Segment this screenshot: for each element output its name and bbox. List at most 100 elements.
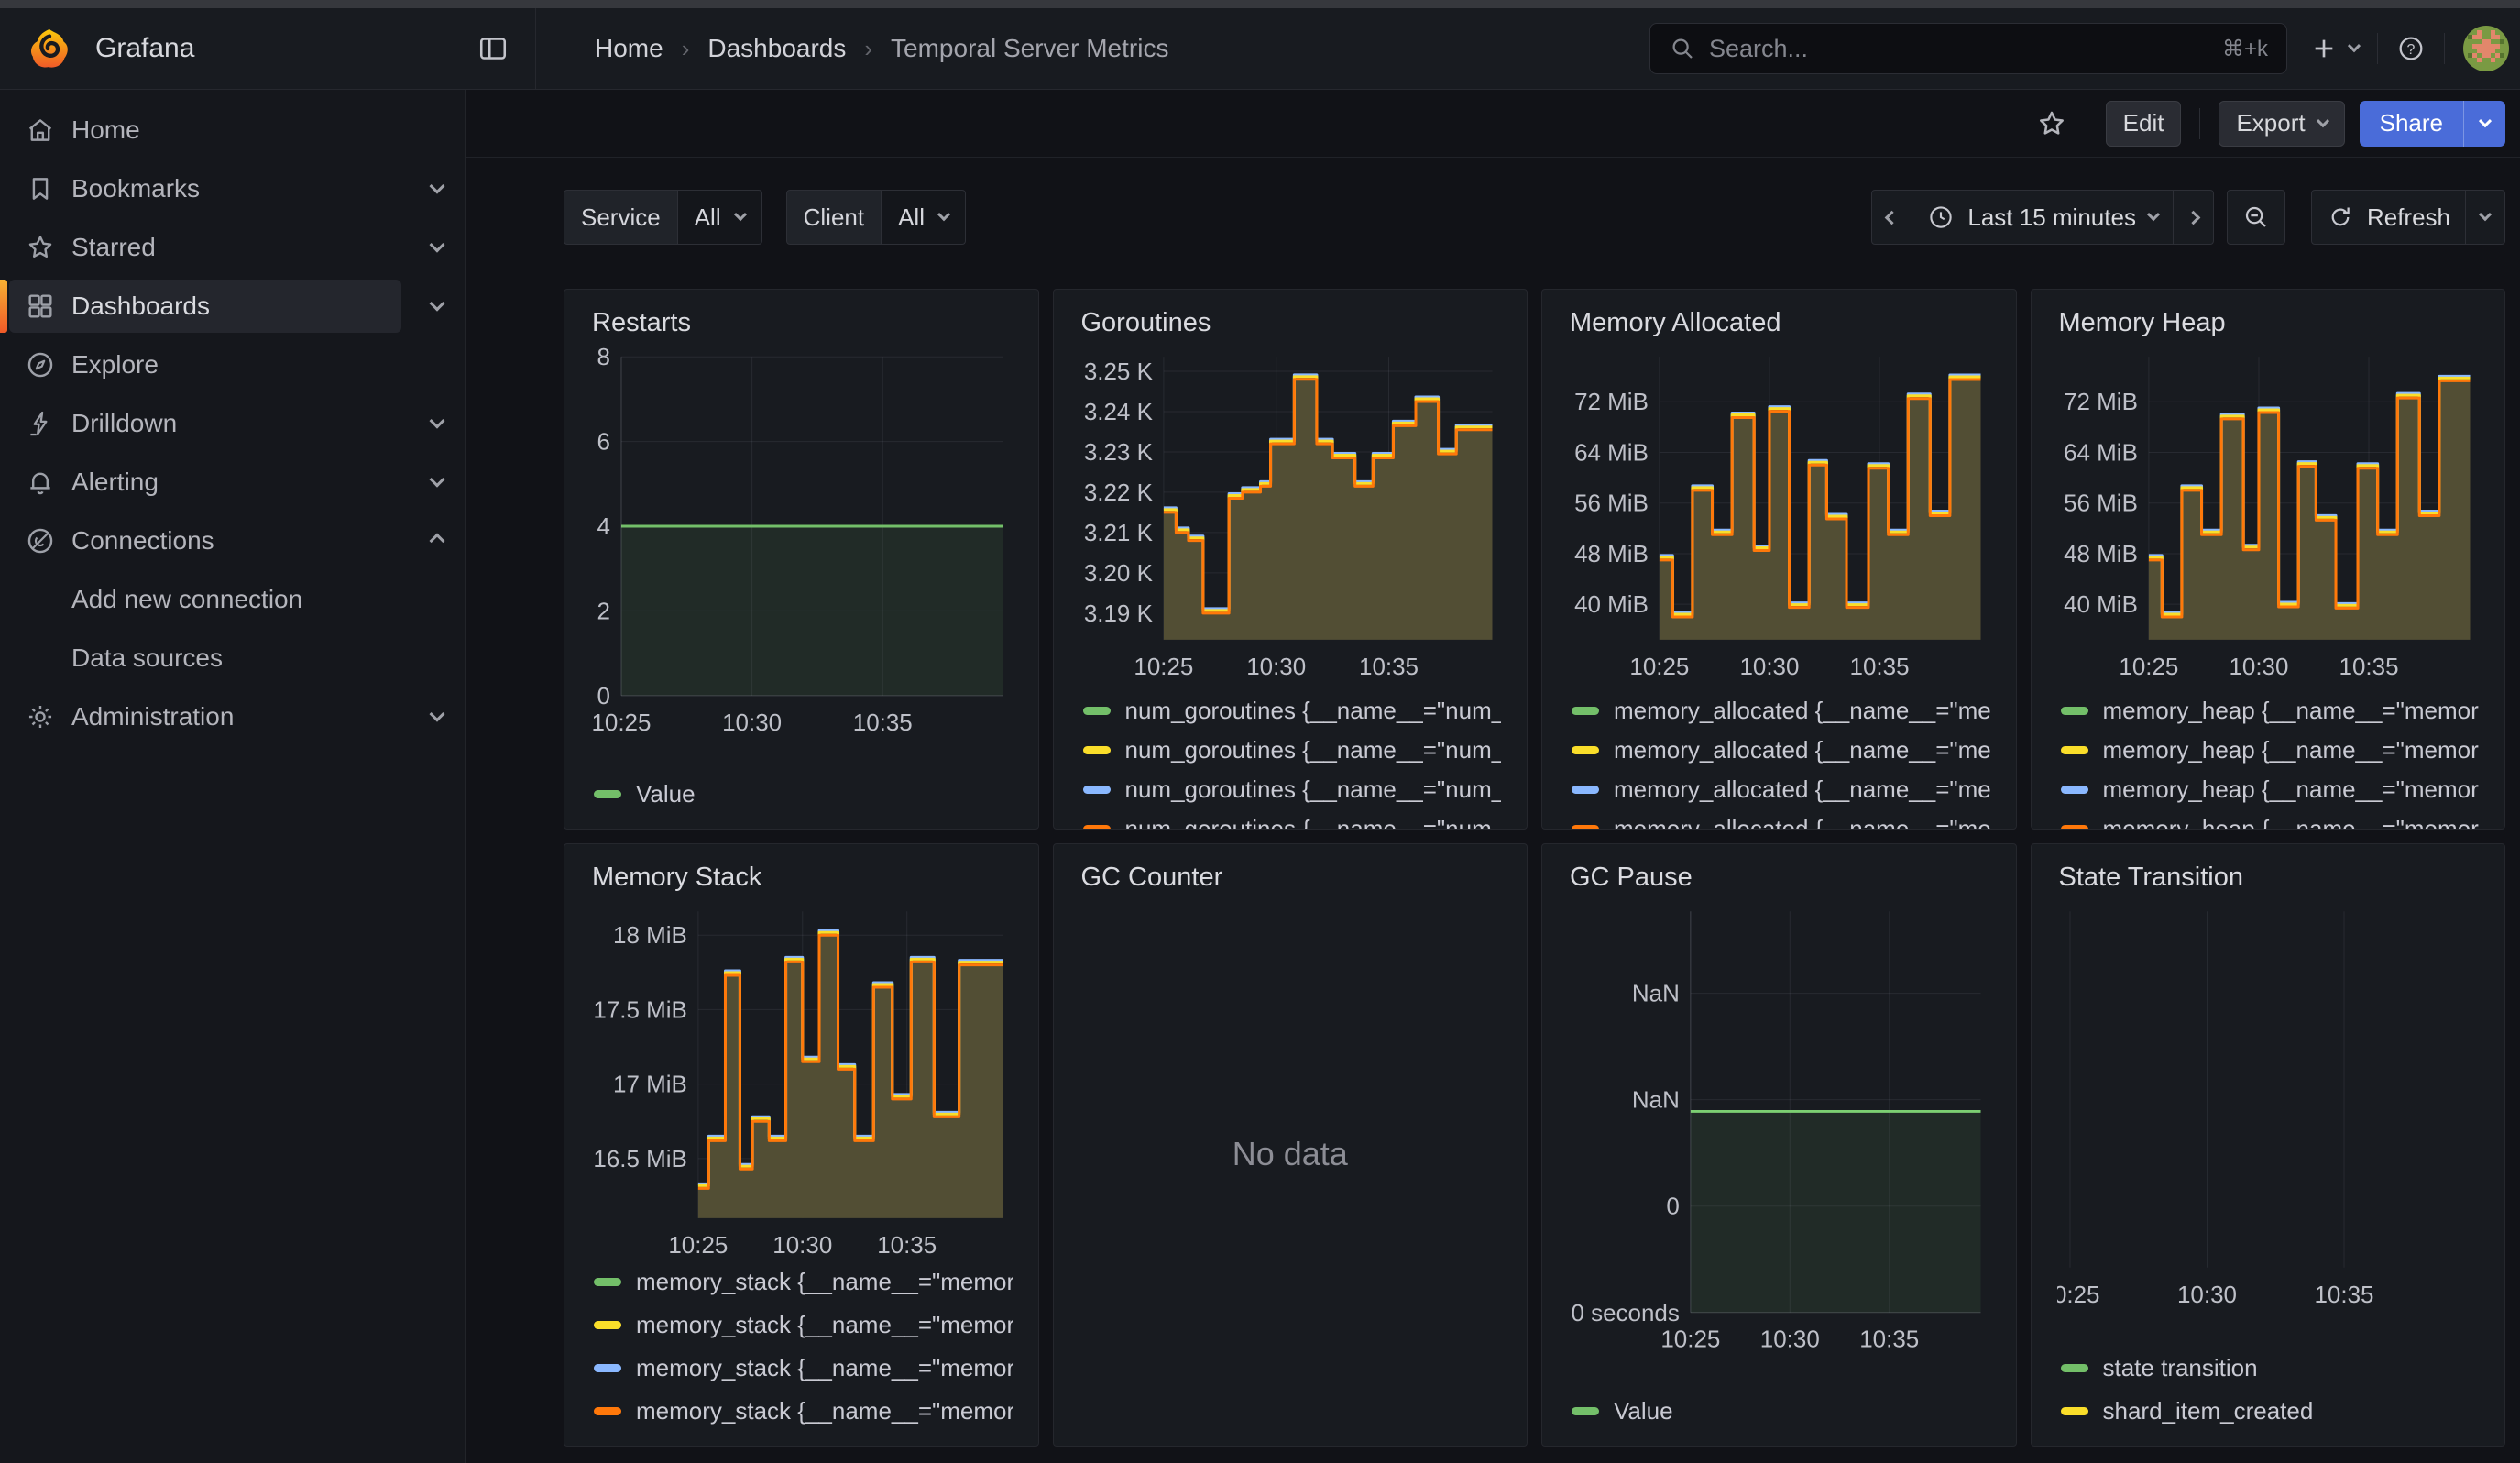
sidebar-item-administration[interactable]: Administration — [0, 688, 465, 746]
search-input[interactable]: Search... ⌘+k — [1649, 23, 2287, 74]
legend-item[interactable]: state transition — [2057, 1347, 2480, 1390]
panel-title[interactable]: State Transition — [2057, 844, 2480, 898]
service-filter-value[interactable]: All — [678, 190, 762, 245]
legend-swatch — [1083, 825, 1111, 829]
legend-item[interactable]: num_goroutines {__name__="num_go — [1079, 691, 1502, 731]
memory-heap-chart[interactable]: 10:2510:3010:3540 MiB48 MiB56 MiB64 MiB7… — [2057, 344, 2480, 682]
panel-title[interactable]: Memory Heap — [2057, 290, 2480, 344]
sidebar-item-home[interactable]: Home — [0, 101, 465, 160]
legend-item[interactable]: memory_allocated {__name__="memo — [1568, 731, 1990, 770]
legend-item[interactable]: memory_allocated {__name__="memo — [1568, 770, 1990, 809]
panel-title[interactable]: GC Pause — [1568, 844, 1990, 898]
svg-text:10:30: 10:30 — [772, 1231, 832, 1259]
legend-swatch — [1572, 746, 1599, 754]
service-filter[interactable]: Service All — [564, 190, 762, 245]
svg-text:56 MiB: 56 MiB — [1574, 490, 1649, 517]
no-data-message: No data — [1079, 898, 1502, 1446]
legend-item[interactable]: num_goroutines {__name__="num_go — [1079, 770, 1502, 809]
sidebar-item-add-new-connection[interactable]: Add new connection — [0, 570, 465, 629]
chevron-down-icon — [2479, 208, 2492, 221]
breadcrumb-dashboards[interactable]: Dashboards — [707, 34, 846, 63]
legend-item[interactable]: memory_stack {__name__="memory_s — [590, 1347, 1013, 1390]
share-button[interactable]: Share — [2360, 101, 2505, 147]
svg-text:10:35: 10:35 — [1859, 1326, 1919, 1353]
panel-title[interactable]: Goroutines — [1079, 290, 1502, 344]
chevron-down-icon[interactable] — [430, 472, 445, 488]
help-button[interactable]: ? — [2396, 34, 2426, 63]
time-shift-forward-button[interactable] — [2173, 191, 2213, 244]
zoom-out-time-button[interactable] — [2228, 191, 2284, 244]
grafana-logo[interactable] — [27, 27, 71, 71]
svg-text:10:35: 10:35 — [1850, 653, 1910, 680]
panel-title[interactable]: Restarts — [590, 290, 1013, 344]
legend-item[interactable]: shard_item_created — [2057, 1390, 2480, 1433]
star-dashboard-button[interactable] — [2035, 107, 2068, 140]
legend-item[interactable]: memory_stack {__name__="memory_s — [590, 1260, 1013, 1304]
legend-item[interactable]: memory_allocated {__name__="memo — [1568, 809, 1990, 829]
restarts-chart[interactable]: 10:2510:3010:3502468 — [590, 344, 1013, 738]
search-shortcut: ⌘+k — [2222, 36, 2268, 62]
sidebar-item-drilldown[interactable]: Drilldown — [0, 394, 465, 453]
avatar[interactable] — [2463, 26, 2509, 72]
legend-label: num_goroutines {__name__="num_go — [1125, 776, 1502, 804]
chevron-up-icon[interactable] — [430, 534, 445, 549]
sidebar-item-label: Starred — [71, 233, 156, 262]
memory-stack-chart[interactable]: 10:2510:3010:3516.5 MiB17 MiB17.5 MiB18 … — [590, 898, 1013, 1260]
chevron-down-icon[interactable] — [430, 707, 445, 722]
legend-item[interactable]: memory_allocated {__name__="memo — [1568, 691, 1990, 731]
legend-item[interactable]: memory_stack {__name__="memory_s — [590, 1304, 1013, 1347]
panel-memory-allocated: Memory Allocated 10:2510:3010:3540 MiB48… — [1541, 289, 2017, 830]
share-menu-button[interactable] — [2463, 101, 2505, 147]
panel-title[interactable]: Memory Stack — [590, 844, 1013, 898]
sidebar-item-alerting[interactable]: Alerting — [0, 453, 465, 512]
top-nav: Grafana Home › Dashboards › Temporal Ser… — [0, 8, 2520, 90]
panel-title[interactable]: Memory Allocated — [1568, 290, 1990, 344]
legend-item[interactable]: num_goroutines {__name__="num_go — [1079, 731, 1502, 770]
sidebar-item-bookmarks[interactable]: Bookmarks — [0, 160, 465, 218]
memory-allocated-chart[interactable]: 10:2510:3010:3540 MiB48 MiB56 MiB64 MiB7… — [1568, 344, 1990, 682]
svg-text:10:35: 10:35 — [853, 709, 913, 736]
sidebar-item-explore[interactable]: Explore — [0, 336, 465, 394]
refresh-button[interactable]: Refresh — [2312, 191, 2465, 244]
chevron-down-icon[interactable] — [430, 179, 445, 194]
panel-toggle-icon[interactable] — [477, 32, 509, 65]
svg-text:48 MiB: 48 MiB — [2064, 540, 2138, 567]
state-transition-chart[interactable]: 10:2510:3010:35 — [2057, 898, 2480, 1310]
sidebar-item-dashboards[interactable]: Dashboards — [0, 277, 465, 336]
bell-icon — [25, 467, 56, 498]
export-button[interactable]: Export — [2219, 101, 2344, 147]
svg-text:72 MiB: 72 MiB — [1574, 388, 1649, 415]
legend-item[interactable]: Value — [1568, 1392, 1990, 1431]
legend-item[interactable]: memory_heap {__name__="memory_h — [2057, 691, 2480, 731]
svg-text:64 MiB: 64 MiB — [1574, 438, 1649, 466]
time-shift-back-button[interactable] — [1872, 191, 1912, 244]
chevron-down-icon[interactable] — [430, 237, 445, 253]
breadcrumb-home[interactable]: Home — [595, 34, 663, 63]
legend-item[interactable]: memory_heap {__name__="memory_h — [2057, 809, 2480, 829]
goroutines-chart[interactable]: 10:2510:3010:353.19 K3.20 K3.21 K3.22 K3… — [1079, 344, 1502, 682]
sidebar-item-data-sources[interactable]: Data sources — [0, 629, 465, 688]
time-range-picker[interactable]: Last 15 minutes — [1912, 191, 2173, 244]
sidebar-item-connections[interactable]: Connections — [0, 512, 465, 570]
legend-item[interactable]: memory_heap {__name__="memory_h — [2057, 731, 2480, 770]
edit-button[interactable]: Edit — [2106, 101, 2182, 147]
legend-swatch — [2061, 1407, 2088, 1415]
sidebar-item-label: Connections — [71, 526, 214, 556]
sidebar-item-starred[interactable]: Starred — [0, 218, 465, 277]
client-filter[interactable]: Client All — [786, 190, 966, 245]
add-new-button[interactable] — [2309, 34, 2359, 63]
svg-text:4: 4 — [597, 512, 610, 540]
client-filter-value[interactable]: All — [882, 190, 966, 245]
refresh-interval-button[interactable] — [2465, 191, 2504, 244]
panel-title[interactable]: GC Counter — [1079, 844, 1502, 898]
legend-item[interactable]: num_goroutines {__name__="num_go — [1079, 809, 1502, 829]
chevron-down-icon[interactable] — [430, 296, 445, 312]
divider — [2199, 108, 2200, 139]
gc-pause-chart[interactable]: 10:2510:3010:350 seconds0NaNNaN — [1568, 898, 1990, 1355]
legend-item[interactable]: memory_heap {__name__="memory_h — [2057, 770, 2480, 809]
bookmark-icon — [25, 173, 56, 204]
chevron-down-icon[interactable] — [430, 413, 445, 429]
legend-item[interactable]: memory_stack {__name__="memory_s — [590, 1390, 1013, 1433]
refresh-icon — [2327, 204, 2354, 231]
legend-item[interactable]: Value — [590, 775, 1013, 814]
